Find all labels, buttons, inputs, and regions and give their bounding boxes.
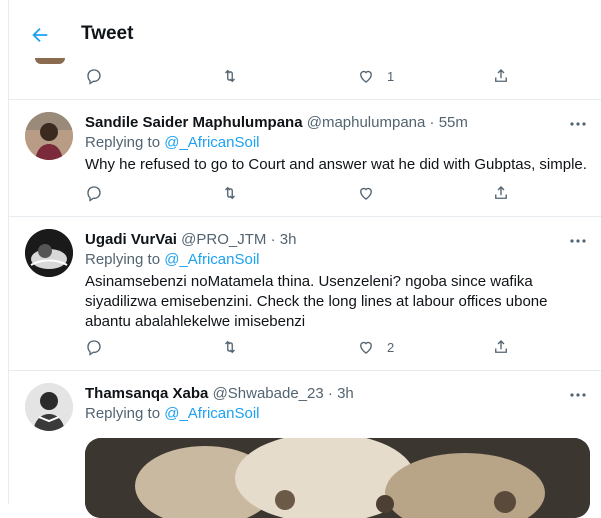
- heart-icon: [360, 187, 372, 200]
- user-handle[interactable]: @maphulumpana: [307, 114, 426, 131]
- tweet-header: Thamsanqa Xaba @Shwabade_23 · 3h: [85, 385, 354, 402]
- retweet-icon: [225, 340, 235, 354]
- retweet-icon: [225, 69, 235, 83]
- tweet-text: Asinamsebenzi noMatamela thina. Usenzele…: [85, 273, 548, 330]
- share-icon: [495, 69, 507, 82]
- replying-to-link[interactable]: @_AfricanSoil: [164, 251, 259, 268]
- retweet-button[interactable]: [221, 67, 239, 85]
- tweet-actions: [9, 184, 601, 210]
- display-name[interactable]: Ugadi VurVai: [85, 231, 177, 248]
- reply-button[interactable]: [85, 67, 103, 85]
- like-count: 2: [387, 339, 395, 355]
- page-title: Tweet: [81, 23, 134, 44]
- tweet-time[interactable]: 3h: [280, 231, 297, 248]
- retweet-button[interactable]: [221, 338, 239, 356]
- like-button[interactable]: 2: [357, 338, 394, 356]
- replying-to: Replying to @_AfricanSoil: [85, 251, 260, 268]
- replying-to: Replying to @_AfricanSoil: [85, 405, 260, 422]
- dot-separator: ·: [429, 114, 435, 131]
- like-button[interactable]: 1: [357, 67, 394, 85]
- back-arrow-icon[interactable]: [29, 24, 51, 46]
- like-button[interactable]: [357, 184, 375, 202]
- top-header: Tweet: [9, 0, 601, 62]
- avatar[interactable]: [25, 383, 73, 431]
- avatar-photo: [25, 383, 73, 431]
- display-name[interactable]: Sandile Saider Maphulumpana: [85, 114, 303, 131]
- tweet-row: 1: [9, 58, 601, 100]
- tweet-header: Sandile Saider Maphulumpana @maphulumpan…: [85, 114, 468, 131]
- tweet-time[interactable]: 55m: [439, 114, 468, 131]
- tweet-row: Sandile Saider Maphulumpana @maphulumpan…: [9, 100, 601, 217]
- share-button[interactable]: [492, 338, 510, 356]
- user-handle[interactable]: @PRO_JTM: [181, 231, 266, 248]
- tweet-actions: 1: [9, 67, 601, 93]
- tweet-header: Ugadi VurVai @PRO_JTM · 3h: [85, 231, 296, 248]
- tweet-text: Why he refused to go to Court and answer…: [85, 156, 587, 173]
- avatar[interactable]: [25, 112, 73, 160]
- more-icon[interactable]: [568, 117, 588, 131]
- avatar: [35, 58, 65, 64]
- share-button[interactable]: [492, 184, 510, 202]
- share-icon: [495, 340, 507, 353]
- like-count: 1: [387, 68, 395, 84]
- retweet-button[interactable]: [221, 184, 239, 202]
- retweet-icon: [225, 186, 235, 200]
- replying-label: Replying to: [85, 405, 161, 422]
- media-photo: [85, 438, 590, 518]
- avatar-photo: [25, 112, 73, 160]
- replying-label: Replying to: [85, 251, 161, 268]
- display-name[interactable]: Thamsanqa Xaba: [85, 385, 208, 402]
- replying-to-link[interactable]: @_AfricanSoil: [164, 405, 259, 422]
- tweet-media-image[interactable]: [85, 438, 590, 518]
- reply-icon: [87, 69, 101, 85]
- avatar[interactable]: [25, 229, 73, 277]
- reply-button[interactable]: [85, 338, 103, 356]
- reply-icon: [87, 186, 101, 202]
- tweet-actions: 2: [9, 338, 601, 364]
- tweet-time[interactable]: 3h: [337, 385, 354, 402]
- replying-label: Replying to: [85, 134, 161, 151]
- tweet-row: Ugadi VurVai @PRO_JTM · 3h Replying to @…: [9, 217, 601, 371]
- user-handle[interactable]: @Shwabade_23: [213, 385, 324, 402]
- more-icon[interactable]: [568, 388, 588, 402]
- replying-to-link[interactable]: @_AfricanSoil: [164, 134, 259, 151]
- dot-separator: ·: [270, 231, 276, 248]
- reply-button[interactable]: [85, 184, 103, 202]
- share-icon: [495, 186, 507, 199]
- share-button[interactable]: [492, 67, 510, 85]
- more-icon[interactable]: [568, 234, 588, 248]
- heart-icon: [360, 341, 372, 354]
- tweet-thread-panel: Tweet 1 Sandile Saider Maphulumpana @map…: [8, 0, 601, 518]
- dot-separator: ·: [327, 385, 333, 402]
- heart-icon: [360, 70, 372, 83]
- replying-to: Replying to @_AfricanSoil: [85, 134, 260, 151]
- avatar-photo: [25, 229, 73, 277]
- reply-icon: [87, 340, 101, 356]
